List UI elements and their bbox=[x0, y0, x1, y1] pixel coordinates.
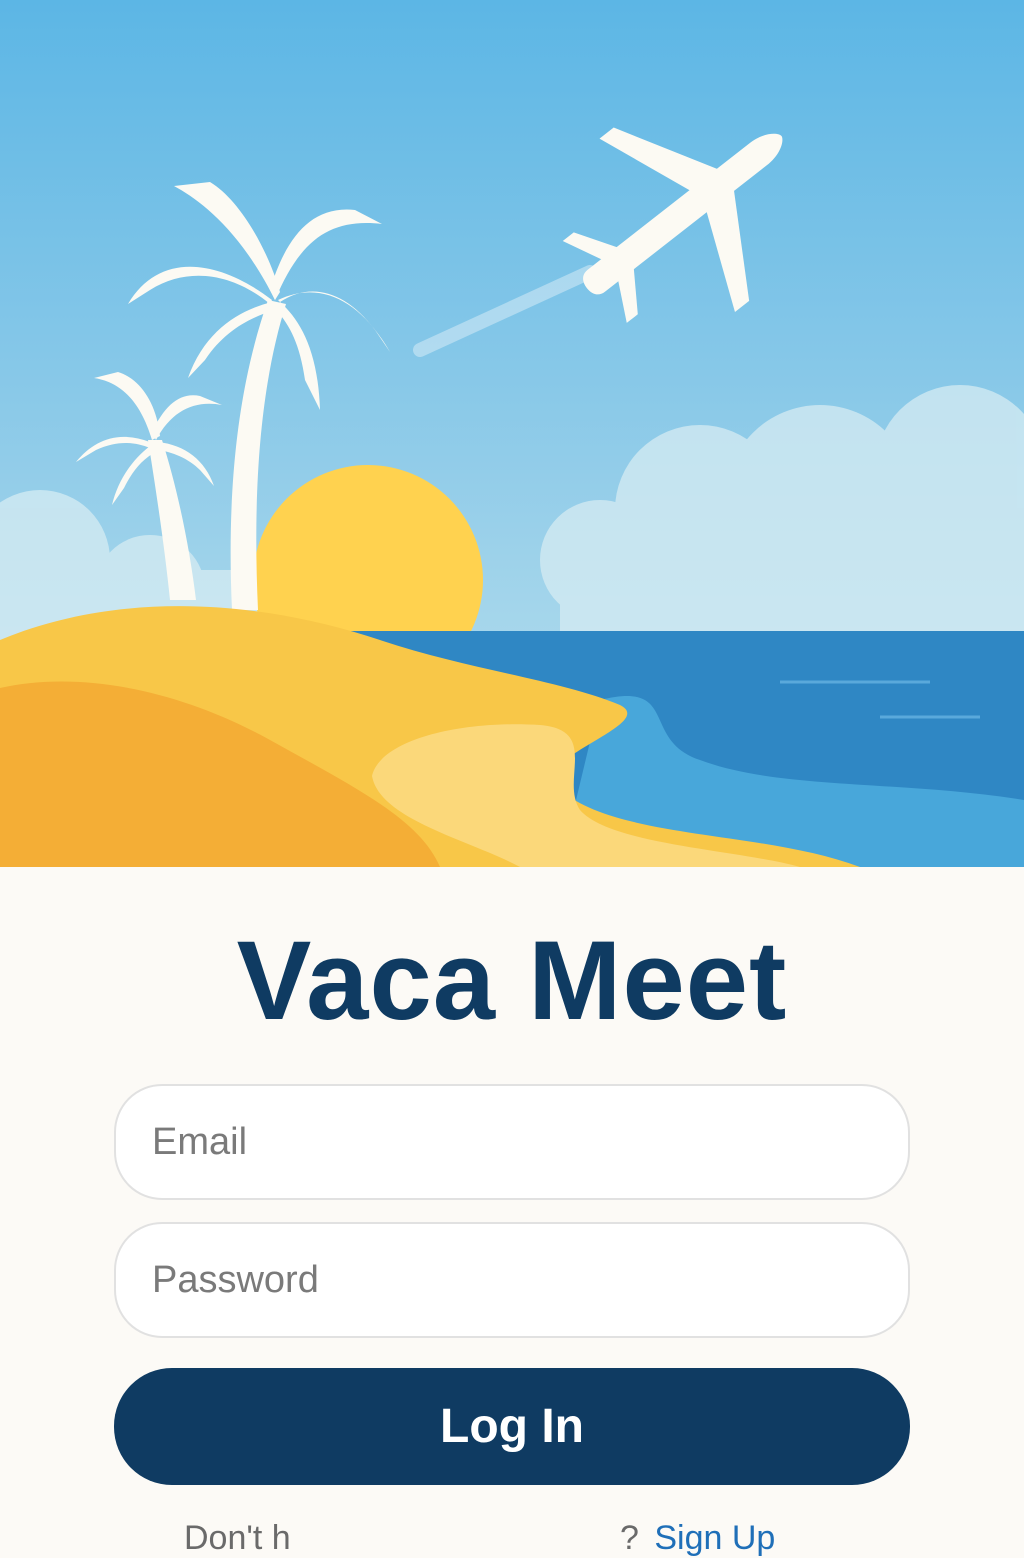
login-button[interactable]: Log In bbox=[114, 1368, 910, 1485]
signup-prompt-text: Don't h bbox=[184, 1519, 291, 1557]
beach-scene bbox=[0, 0, 1024, 867]
email-field[interactable] bbox=[114, 1084, 910, 1200]
login-panel: Vaca Meet Log In Don't h ? Sign Up bbox=[0, 867, 1024, 1557]
app-title: Vaca Meet bbox=[236, 918, 788, 1043]
signup-link[interactable]: Sign Up bbox=[654, 1519, 775, 1557]
signup-prompt: ? Sign Up bbox=[620, 1519, 775, 1558]
signup-prompt-suffix: ? bbox=[620, 1519, 649, 1557]
hero-illustration bbox=[0, 0, 1024, 867]
password-field[interactable] bbox=[114, 1222, 910, 1338]
